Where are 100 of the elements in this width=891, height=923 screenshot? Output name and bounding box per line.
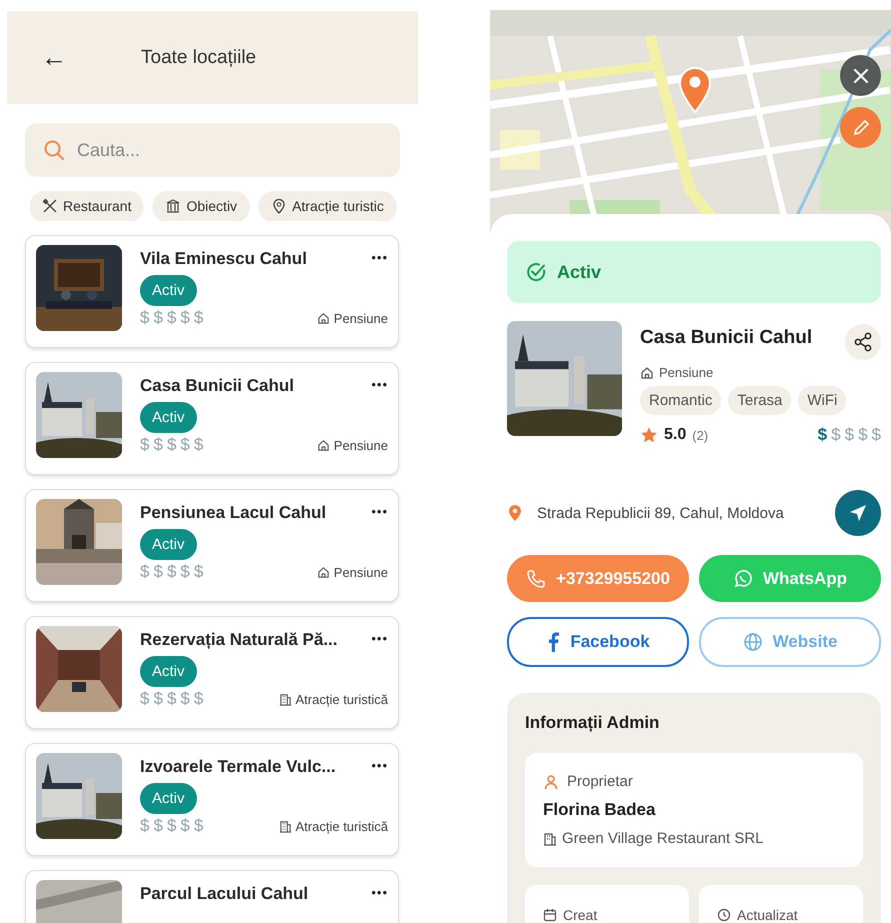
price-symbol: $ (180, 689, 190, 709)
location-name: Casa Bunicii Cahul (640, 327, 812, 350)
category-label: Pensiune (659, 365, 714, 380)
price-symbol: $ (844, 425, 854, 445)
location-card[interactable]: Rezervația Naturală Pă... ••• Activ $ $ $ $ $ Atracție turistică (25, 616, 399, 729)
category-label: Atracție turistică (296, 692, 388, 706)
price-symbol: $ (153, 308, 163, 328)
status-badge: Activ (140, 529, 197, 560)
more-button[interactable]: ••• (371, 504, 388, 518)
share-button[interactable] (845, 324, 881, 360)
more-button[interactable]: ••• (371, 758, 388, 772)
location-name: Casa Bunicii Cahul (140, 376, 294, 396)
section-title: Informații Admin (525, 713, 660, 733)
price-symbol: $ (180, 562, 190, 582)
check-circle-icon (525, 261, 547, 283)
price-symbol: $ (140, 435, 150, 455)
price-symbol: $ (194, 689, 204, 709)
price-symbol: $ (140, 816, 150, 836)
owner-label: Proprietar (567, 773, 633, 790)
close-icon (852, 66, 870, 84)
price-symbol: $ (153, 816, 163, 836)
review-count: (2) (692, 428, 708, 442)
price-symbol: $ (166, 562, 176, 582)
location-pin-icon (271, 198, 288, 214)
price-symbol: $ (153, 562, 163, 582)
price-symbol: $ (166, 308, 176, 328)
location-card[interactable]: Parcul Lacului Cahul ••• (25, 870, 399, 923)
search-field[interactable]: Cauta... (25, 123, 400, 177)
location-card[interactable]: Casa Bunicii Cahul ••• Activ $ $ $ $ $ Pensiune (25, 362, 399, 475)
filter-chip[interactable]: Obiectiv (153, 191, 250, 221)
star-icon (640, 426, 658, 444)
address-text: Strada Republicii 89, Cahul, Moldova (537, 504, 785, 522)
more-button[interactable]: ••• (371, 250, 388, 264)
status-badge: Activ (140, 656, 197, 687)
price-symbol: $ (872, 425, 881, 445)
facebook-icon (546, 632, 560, 652)
building-icon (278, 820, 292, 832)
navigate-button[interactable] (835, 490, 881, 536)
museum-icon (165, 198, 182, 214)
tag: Terasa (728, 386, 792, 415)
category-label: Pensiune (334, 310, 388, 326)
price-symbol: $ (140, 689, 150, 709)
price-symbol: $ (818, 425, 828, 445)
back-button[interactable]: ← (41, 42, 67, 73)
status-badge: Activ (140, 275, 197, 306)
person-icon (543, 774, 559, 790)
rating-value: 5.0 (664, 426, 686, 444)
chat-bubble-icon (732, 568, 753, 588)
price-symbol: $ (180, 308, 190, 328)
filter-chip[interactable]: Restaurant (30, 191, 144, 221)
date-label: Creat (563, 907, 598, 923)
tag: WiFi (798, 386, 846, 415)
globe-icon (742, 632, 763, 652)
building-icon (278, 692, 292, 706)
more-button[interactable]: ••• (371, 376, 388, 392)
location-name: Vila Eminescu Cahul (140, 249, 307, 269)
filter-chip[interactable]: Atracție turistic (259, 191, 396, 221)
owner-name: Florina Badea (543, 800, 656, 820)
cutlery-icon (42, 198, 58, 214)
status-badge: Activ (140, 783, 197, 814)
phone-icon (526, 568, 546, 588)
location-name: Parcul Lacului Cahul (140, 884, 308, 904)
more-button[interactable]: ••• (371, 630, 388, 646)
price-symbol: $ (194, 562, 204, 582)
category-label: Pensiune (334, 438, 388, 452)
location-card[interactable]: Izvoarele Termale Vulc... ••• Activ $ $ $ $ $ Atracție turistică (25, 743, 399, 856)
more-button[interactable]: ••• (371, 884, 388, 900)
category-label: Pensiune (334, 564, 388, 580)
price-symbol: $ (831, 425, 841, 445)
share-icon (853, 332, 873, 352)
calendar-icon (543, 908, 557, 922)
price-symbol: $ (194, 435, 204, 455)
house-icon (640, 366, 654, 380)
house-icon (316, 438, 330, 452)
status-label: Activ (557, 262, 602, 282)
price-symbol: $ (858, 425, 868, 445)
price-symbol: $ (166, 435, 176, 455)
tag: Romantic (640, 386, 722, 415)
price-symbol: $ (194, 816, 204, 836)
map-pin-icon (677, 66, 713, 114)
category-label: Atracție turistică (296, 818, 388, 834)
building-icon (543, 832, 557, 846)
price-symbol: $ (140, 562, 150, 582)
price-symbol: $ (140, 308, 150, 328)
price-symbol: $ (153, 435, 163, 455)
location-name: Pensiunea Lacul Cahul (140, 503, 326, 523)
price-symbol: $ (153, 689, 163, 709)
status-badge: Activ (140, 402, 197, 433)
location-card[interactable]: Vila Eminescu Cahul ••• Activ $ $ $ $ $ Pensiune (25, 235, 399, 348)
navigation-arrow-icon (848, 503, 868, 523)
price-symbol: $ (166, 689, 176, 709)
company-name: Green Village Restaurant SRL (562, 830, 764, 847)
facebook-button[interactable]: Facebook (507, 617, 689, 667)
location-name: Rezervația Naturală Pă... (140, 630, 338, 650)
location-pin-icon (507, 504, 523, 522)
date-label: Actualizat (737, 907, 798, 923)
house-icon (316, 312, 330, 324)
price-symbol: $ (180, 435, 190, 455)
location-card[interactable]: Pensiunea Lacul Cahul ••• Activ $ $ $ $ $ Pensiune (25, 489, 399, 602)
screen-title: Toate locațiile (141, 46, 256, 68)
